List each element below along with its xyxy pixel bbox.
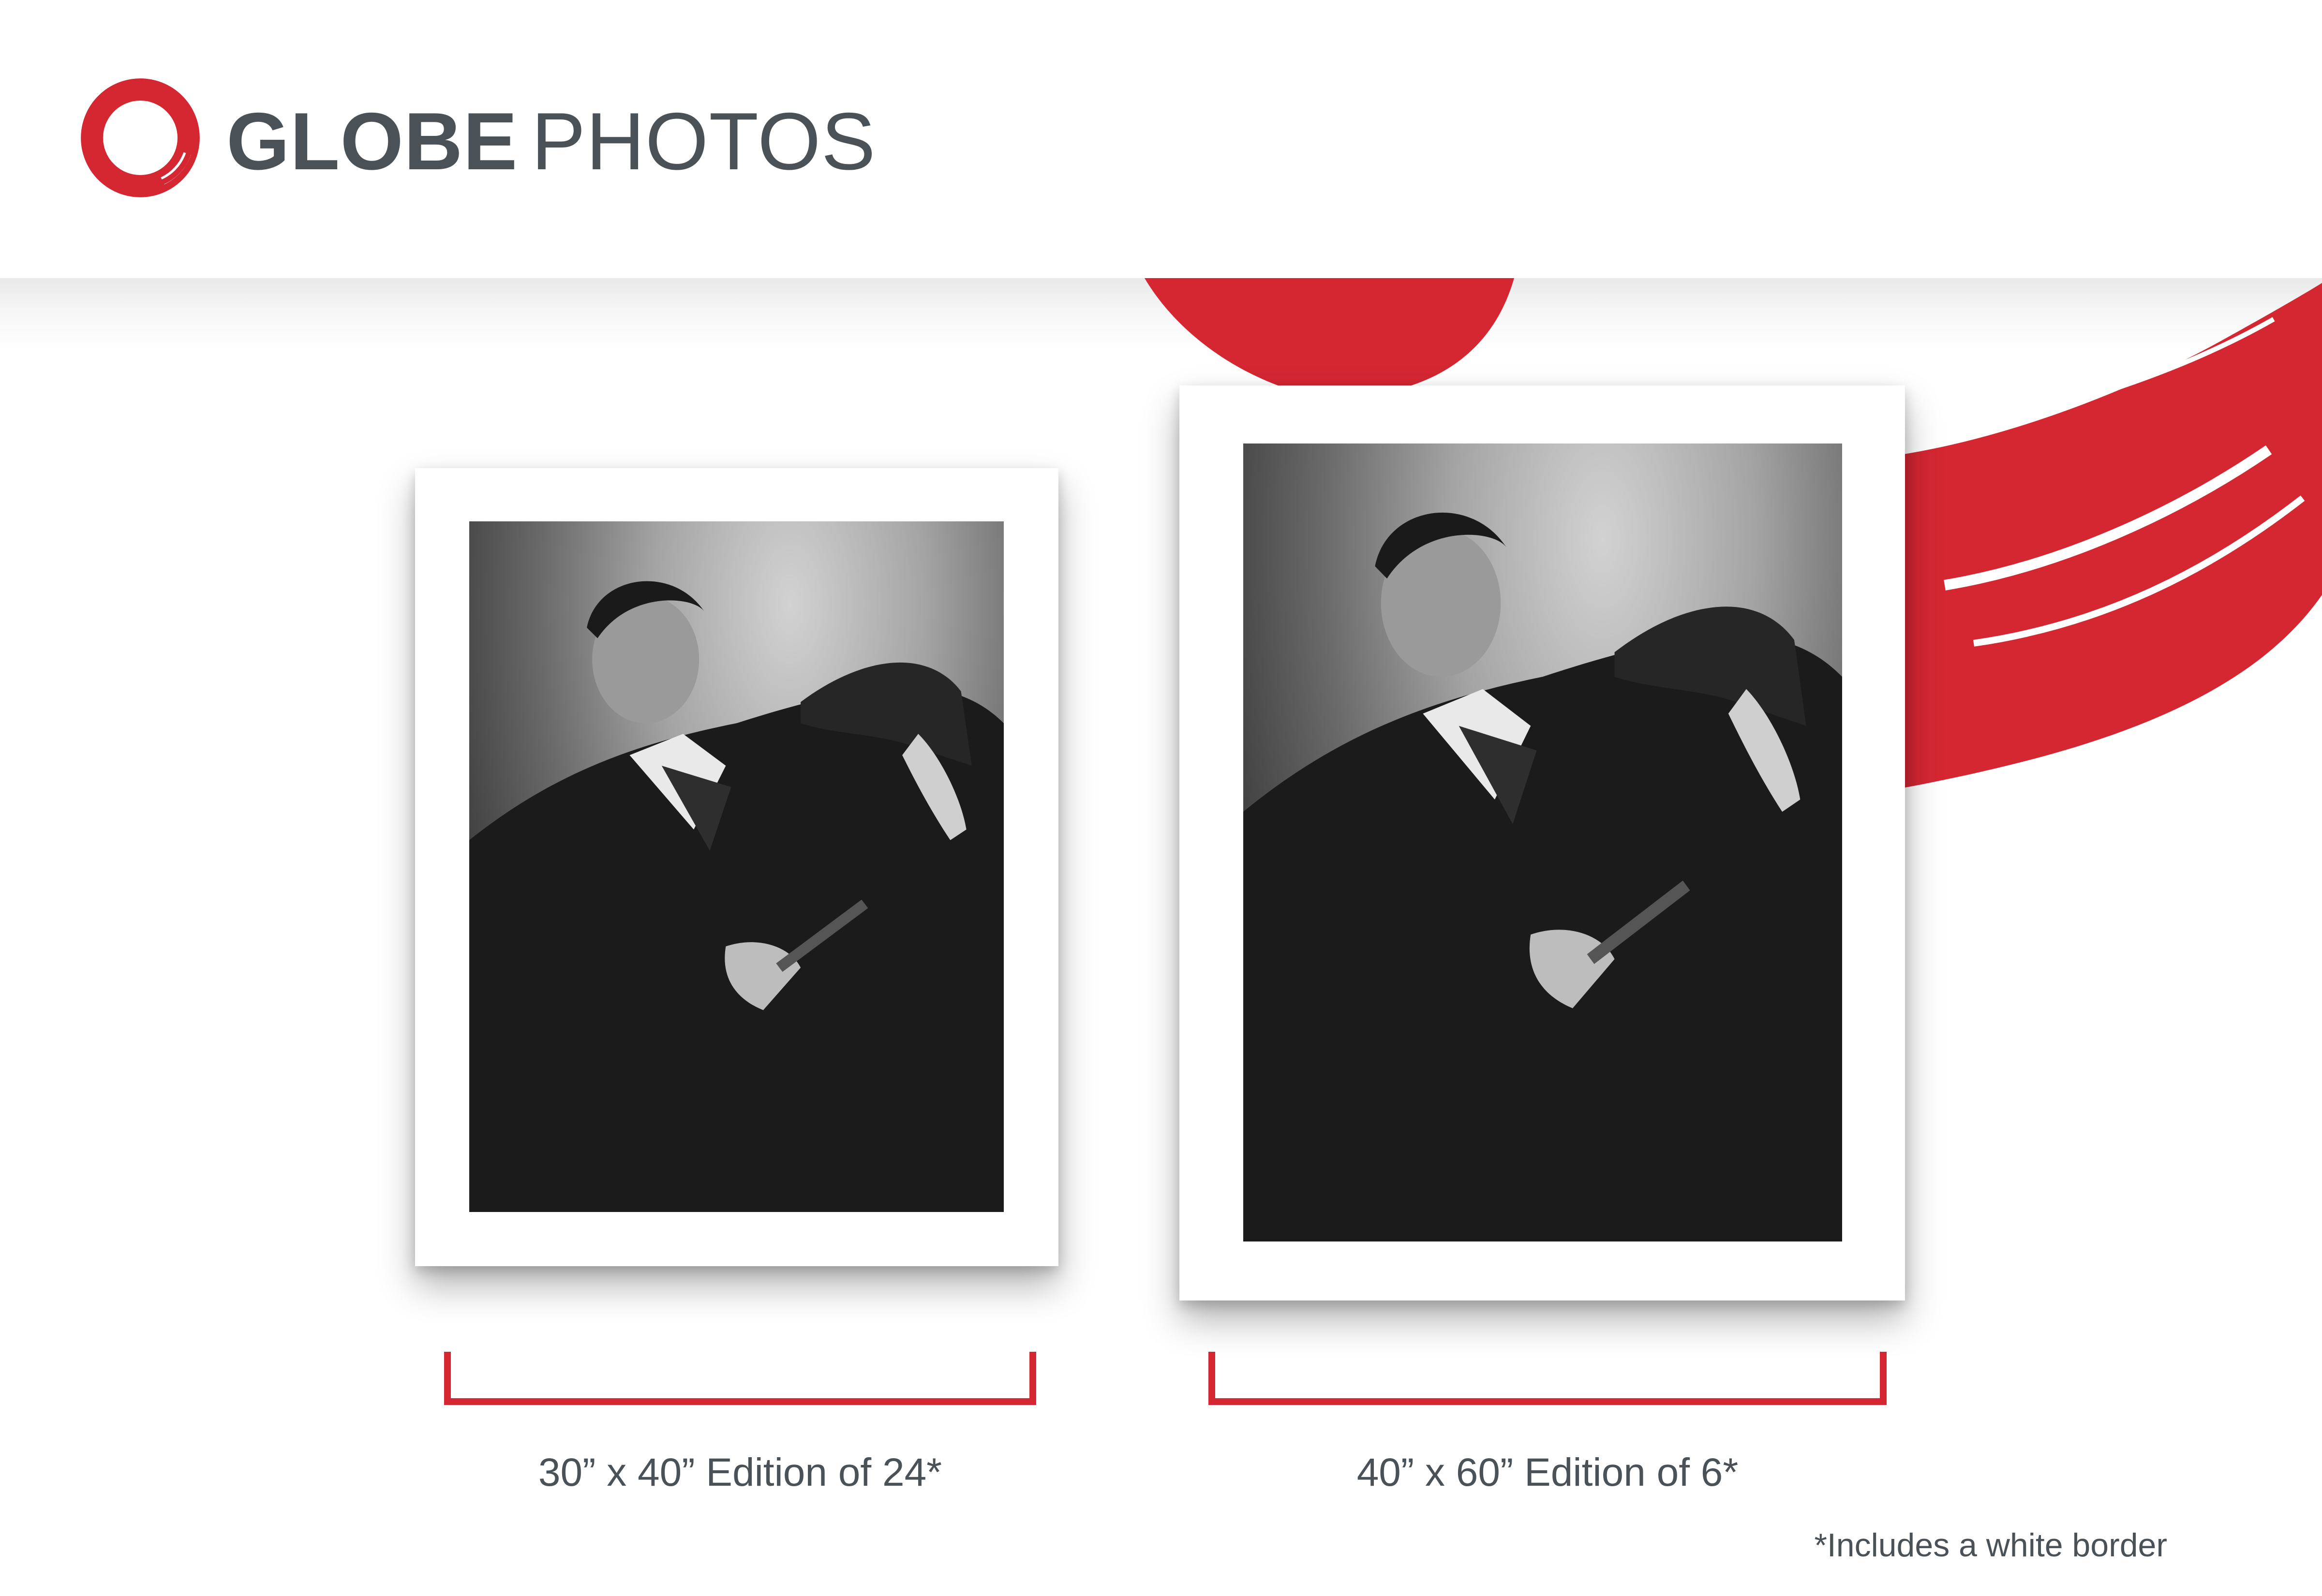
globe-photos-logo-icon[interactable] (75, 73, 206, 203)
print-30x40[interactable] (415, 468, 1058, 1266)
brand-name: GLOBE PHOTOS (226, 93, 876, 190)
brand-name-light: PHOTOS (531, 96, 876, 187)
portrait-photo (469, 521, 1004, 1212)
portrait-photo (1243, 443, 1842, 1241)
size-bracket-30x40 (444, 1352, 1036, 1405)
edition-label-40x60: 40” x 60” Edition of 6* (1356, 1450, 1739, 1494)
portrait-figure (469, 581, 1004, 1212)
size-bracket-40x60 (1208, 1352, 1887, 1405)
brand-name-bold: GLOBE (226, 96, 518, 187)
header: GLOBE PHOTOS (0, 0, 2322, 278)
edition-label-30x40: 30” x 40” Edition of 24* (538, 1450, 942, 1494)
portrait-figure (1243, 512, 1842, 1241)
border-footnote: *Includes a white border (1814, 1527, 2167, 1564)
print-40x60[interactable] (1179, 385, 1905, 1300)
